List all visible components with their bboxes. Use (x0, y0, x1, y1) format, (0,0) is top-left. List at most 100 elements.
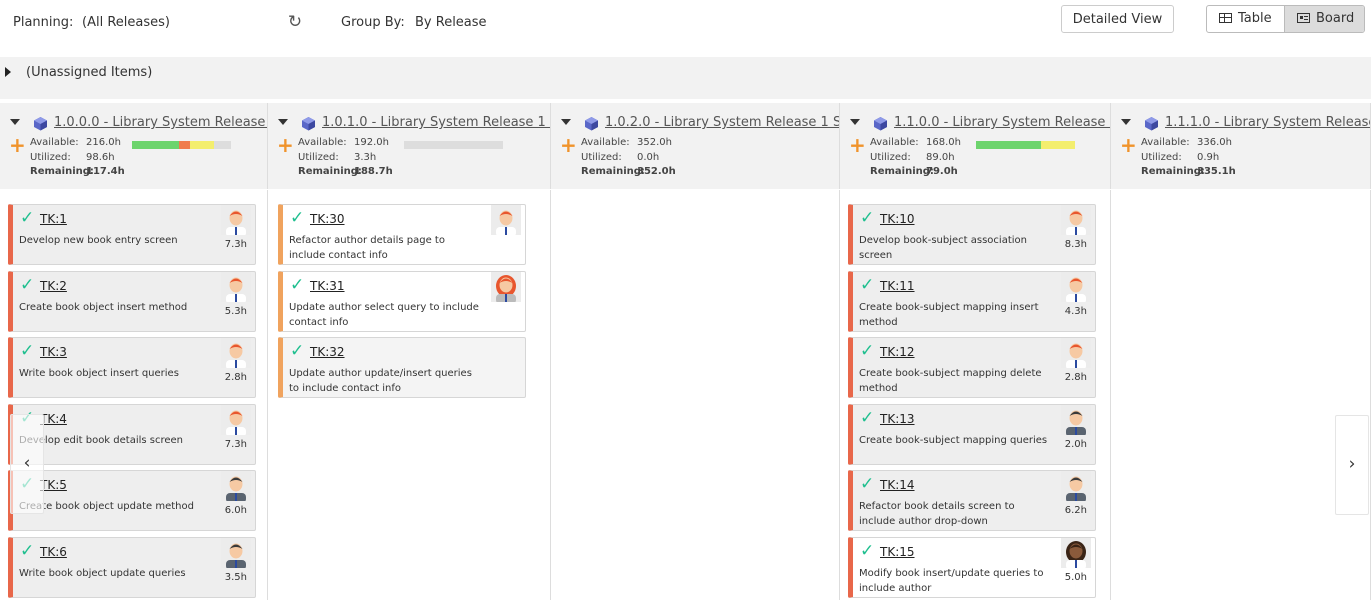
task-id-link[interactable]: TK:2 (40, 279, 67, 293)
task-card[interactable]: ✓ TK:14 Refactor book details screen to in… (848, 470, 1096, 531)
utilization-bar (132, 141, 231, 149)
group-by-selector[interactable]: By Release (415, 15, 487, 30)
owner-avatar (221, 205, 251, 235)
stat-label: Utilized: (581, 152, 622, 163)
stat-value: 192.0h (354, 137, 389, 148)
task-card[interactable]: ✓ TK:15 Modify book insert/update queries … (848, 537, 1096, 598)
release-available-stat: Available: 216.0h (30, 137, 121, 148)
board-view-button[interactable]: Board (1284, 6, 1364, 32)
release-title-link[interactable]: 1.1.1.0 - Library System Release 1.1 SP1 (1165, 115, 1370, 130)
task-card[interactable]: ✓ TK:3 Write book object insert queries 2.… (8, 337, 256, 398)
task-description: Develop edit book details screen (19, 435, 184, 446)
collapse-caret-icon[interactable] (1121, 119, 1131, 125)
owner-avatar (221, 538, 251, 568)
task-id-link[interactable]: TK:13 (880, 412, 915, 426)
stat-label: Utilized: (870, 152, 911, 163)
release-cube-icon (1144, 116, 1159, 131)
scroll-left-button[interactable]: ‹ (10, 414, 44, 514)
planning-label: Planning: (13, 15, 74, 30)
plus-icon[interactable]: + (1120, 135, 1137, 155)
expand-caret-icon[interactable] (5, 67, 11, 77)
plus-icon[interactable]: + (277, 135, 294, 155)
owner-avatar (1061, 205, 1091, 235)
release-cube-icon (584, 116, 599, 131)
detailed-view-button[interactable]: Detailed View (1061, 5, 1174, 33)
utilization-bar (404, 141, 503, 149)
release-title-link[interactable]: 1.0.2.0 - Library System Release 1 SP2 (605, 115, 839, 130)
refresh-icon[interactable]: ↻ (286, 13, 304, 31)
release-cube-icon (33, 116, 48, 131)
collapse-caret-icon[interactable] (850, 119, 860, 125)
chevron-left-icon: ‹ (23, 453, 31, 473)
task-card[interactable]: ✓ TK:12 Create book-subject mapping delete… (848, 337, 1096, 398)
stat-value: 352.0h (637, 137, 672, 148)
task-id-link[interactable]: TK:12 (880, 345, 915, 359)
task-description: Modify book insert/update queries to inc… (859, 568, 1044, 594)
task-id-link[interactable]: TK:4 (40, 412, 67, 426)
release-cube-icon (301, 116, 316, 131)
stat-value: 336.0h (1197, 137, 1232, 148)
plus-icon[interactable]: + (560, 135, 577, 155)
collapse-caret-icon[interactable] (10, 119, 20, 125)
task-id-link[interactable]: TK:1 (40, 212, 67, 226)
owner-avatar (1061, 338, 1091, 368)
task-card[interactable]: ✓TK:4Develop edit book details screen 7.… (8, 404, 256, 465)
unassigned-items-label: (Unassigned Items) (26, 65, 153, 80)
release-remaining-stat: Remaining:188.7h (298, 166, 393, 177)
owner-avatar (491, 205, 521, 235)
plus-icon[interactable]: + (9, 135, 26, 155)
task-card[interactable]: ✓ TK:13 Create book-subject mapping querie… (848, 404, 1096, 465)
planning-selector[interactable]: (All Releases) (82, 15, 170, 30)
checkmark-icon: ✓ (20, 275, 35, 295)
task-hours: 4.3h (1064, 306, 1087, 317)
stat-label: Available: (870, 137, 919, 148)
checkmark-icon: ✓ (20, 208, 35, 228)
task-hours: 8.3h (1064, 239, 1087, 250)
release-title-link[interactable]: 1.0.0.0 - Library System Release 1 (54, 115, 267, 130)
task-id-link[interactable]: TK:32 (310, 345, 345, 359)
task-description: Write book object insert queries (19, 368, 179, 379)
board-icon (1297, 13, 1310, 23)
group-by-label: Group By: (341, 15, 405, 30)
task-hours: 7.3h (224, 239, 247, 250)
task-card[interactable]: ✓ TK:10 Develop book-subject association s… (848, 204, 1096, 265)
task-card[interactable]: ✓TK:5Create book object update method 6.… (8, 470, 256, 531)
stat-label: Available: (1141, 137, 1190, 148)
scroll-right-button[interactable]: › (1335, 415, 1369, 515)
task-description: Create book-subject mapping queries (859, 435, 1048, 446)
task-id-link[interactable]: TK:10 (880, 212, 915, 226)
task-card[interactable]: ✓ TK:2 Create book object insert method 5.… (8, 271, 256, 332)
task-description: Write book object update queries (19, 568, 186, 579)
release-utilized-stat: Utilized: 89.0h (870, 152, 955, 163)
collapse-caret-icon[interactable] (561, 119, 571, 125)
task-id-link[interactable]: TK:30 (310, 212, 345, 226)
task-description: Develop book-subject association screen (859, 235, 1027, 261)
collapse-caret-icon[interactable] (278, 119, 288, 125)
release-utilized-stat: Utilized: 98.6h (30, 152, 115, 163)
task-hours: 6.0h (224, 505, 247, 516)
stat-label: Remaining: (298, 166, 362, 177)
task-id-link[interactable]: TK:3 (40, 345, 67, 359)
release-title-link[interactable]: 1.0.1.0 - Library System Release 1 SP1 (322, 115, 550, 130)
plus-icon[interactable]: + (849, 135, 866, 155)
release-column-body (551, 190, 840, 600)
task-card[interactable]: ✓ TK:32 Update author update/insert querie… (278, 337, 526, 398)
table-view-button[interactable]: Table (1207, 6, 1284, 32)
release-title-link[interactable]: 1.1.0.0 - Library System Release 1.1 (894, 115, 1110, 130)
task-card[interactable]: ✓ TK:11 Create book-subject mapping insert… (848, 271, 1096, 332)
unassigned-items-row[interactable]: (Unassigned Items) (0, 57, 1371, 99)
task-card[interactable]: ✓ TK:31 Update author select query to incl… (278, 271, 526, 332)
owner-avatar (1061, 538, 1091, 568)
task-description: Refactor author details page to include … (289, 235, 445, 261)
task-id-link[interactable]: TK:5 (40, 478, 67, 492)
owner-avatar (1061, 272, 1091, 302)
task-id-link[interactable]: TK:15 (880, 545, 915, 559)
task-card[interactable]: ✓ TK:30 Refactor author details page to in… (278, 204, 526, 265)
task-id-link[interactable]: TK:6 (40, 545, 67, 559)
task-id-link[interactable]: TK:11 (880, 279, 915, 293)
task-id-link[interactable]: TK:14 (880, 478, 915, 492)
task-card[interactable]: ✓ TK:1 Develop new book entry screen 7.3h (8, 204, 256, 265)
stat-value: 98.6h (86, 152, 115, 163)
task-id-link[interactable]: TK:31 (310, 279, 345, 293)
task-card[interactable]: ✓ TK:6 Write book object update queries 3.… (8, 537, 256, 598)
